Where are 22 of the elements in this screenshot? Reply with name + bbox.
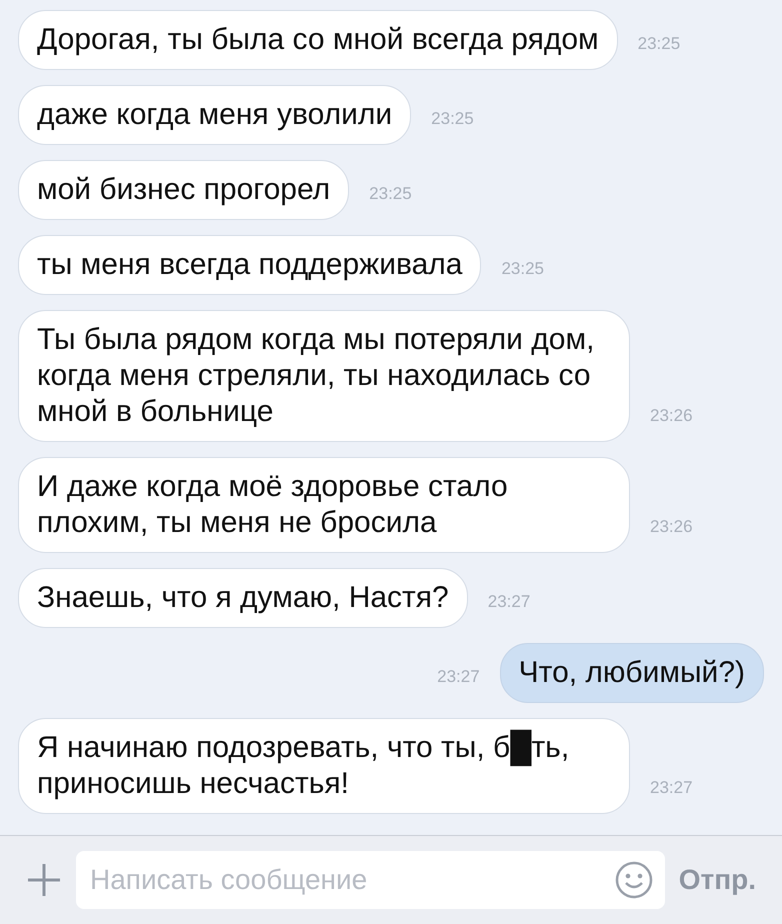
message-time: 23:27 xyxy=(650,776,693,798)
message-time: 23:27 xyxy=(437,666,480,688)
message-time: 23:25 xyxy=(369,182,412,204)
message-bubble: Ты была рядом когда мы потеряли дом, когда меня стреляли, ты находилась со мной в больнице xyxy=(18,310,630,442)
message-time: 23:25 xyxy=(638,32,680,54)
message-bubble: Что, любимый?) xyxy=(500,643,764,703)
message-time: 23:25 xyxy=(501,258,544,280)
message-bubble: Дорогая, ты была со мной всегда рядом xyxy=(18,10,618,70)
message-time: 23:25 xyxy=(431,108,474,130)
message-bubble: И даже когда моё здоровье стало плохим, ты меня не бросила xyxy=(18,457,630,553)
smiley-icon[interactable] xyxy=(614,861,653,899)
message-bubble: ты меня всегда поддерживала xyxy=(18,235,482,295)
message-time: 23:27 xyxy=(488,590,530,612)
message-bubble: Я начинаю подозревать, что ты, б█ть, приносишь несчастья! xyxy=(18,718,630,814)
send-button[interactable]: Отпр. xyxy=(678,859,756,901)
message-input[interactable]: Написать сообщение xyxy=(76,851,665,909)
message-bubble: Знаешь, что я думаю, Настя? xyxy=(18,568,468,628)
message-bubble: мой бизнес прогорел xyxy=(18,160,350,220)
message-bubble: даже когда меня уволили xyxy=(18,85,412,145)
message-time: 23:26 xyxy=(650,516,693,538)
plus-icon[interactable] xyxy=(26,862,62,898)
message-time: 23:26 xyxy=(650,404,693,426)
